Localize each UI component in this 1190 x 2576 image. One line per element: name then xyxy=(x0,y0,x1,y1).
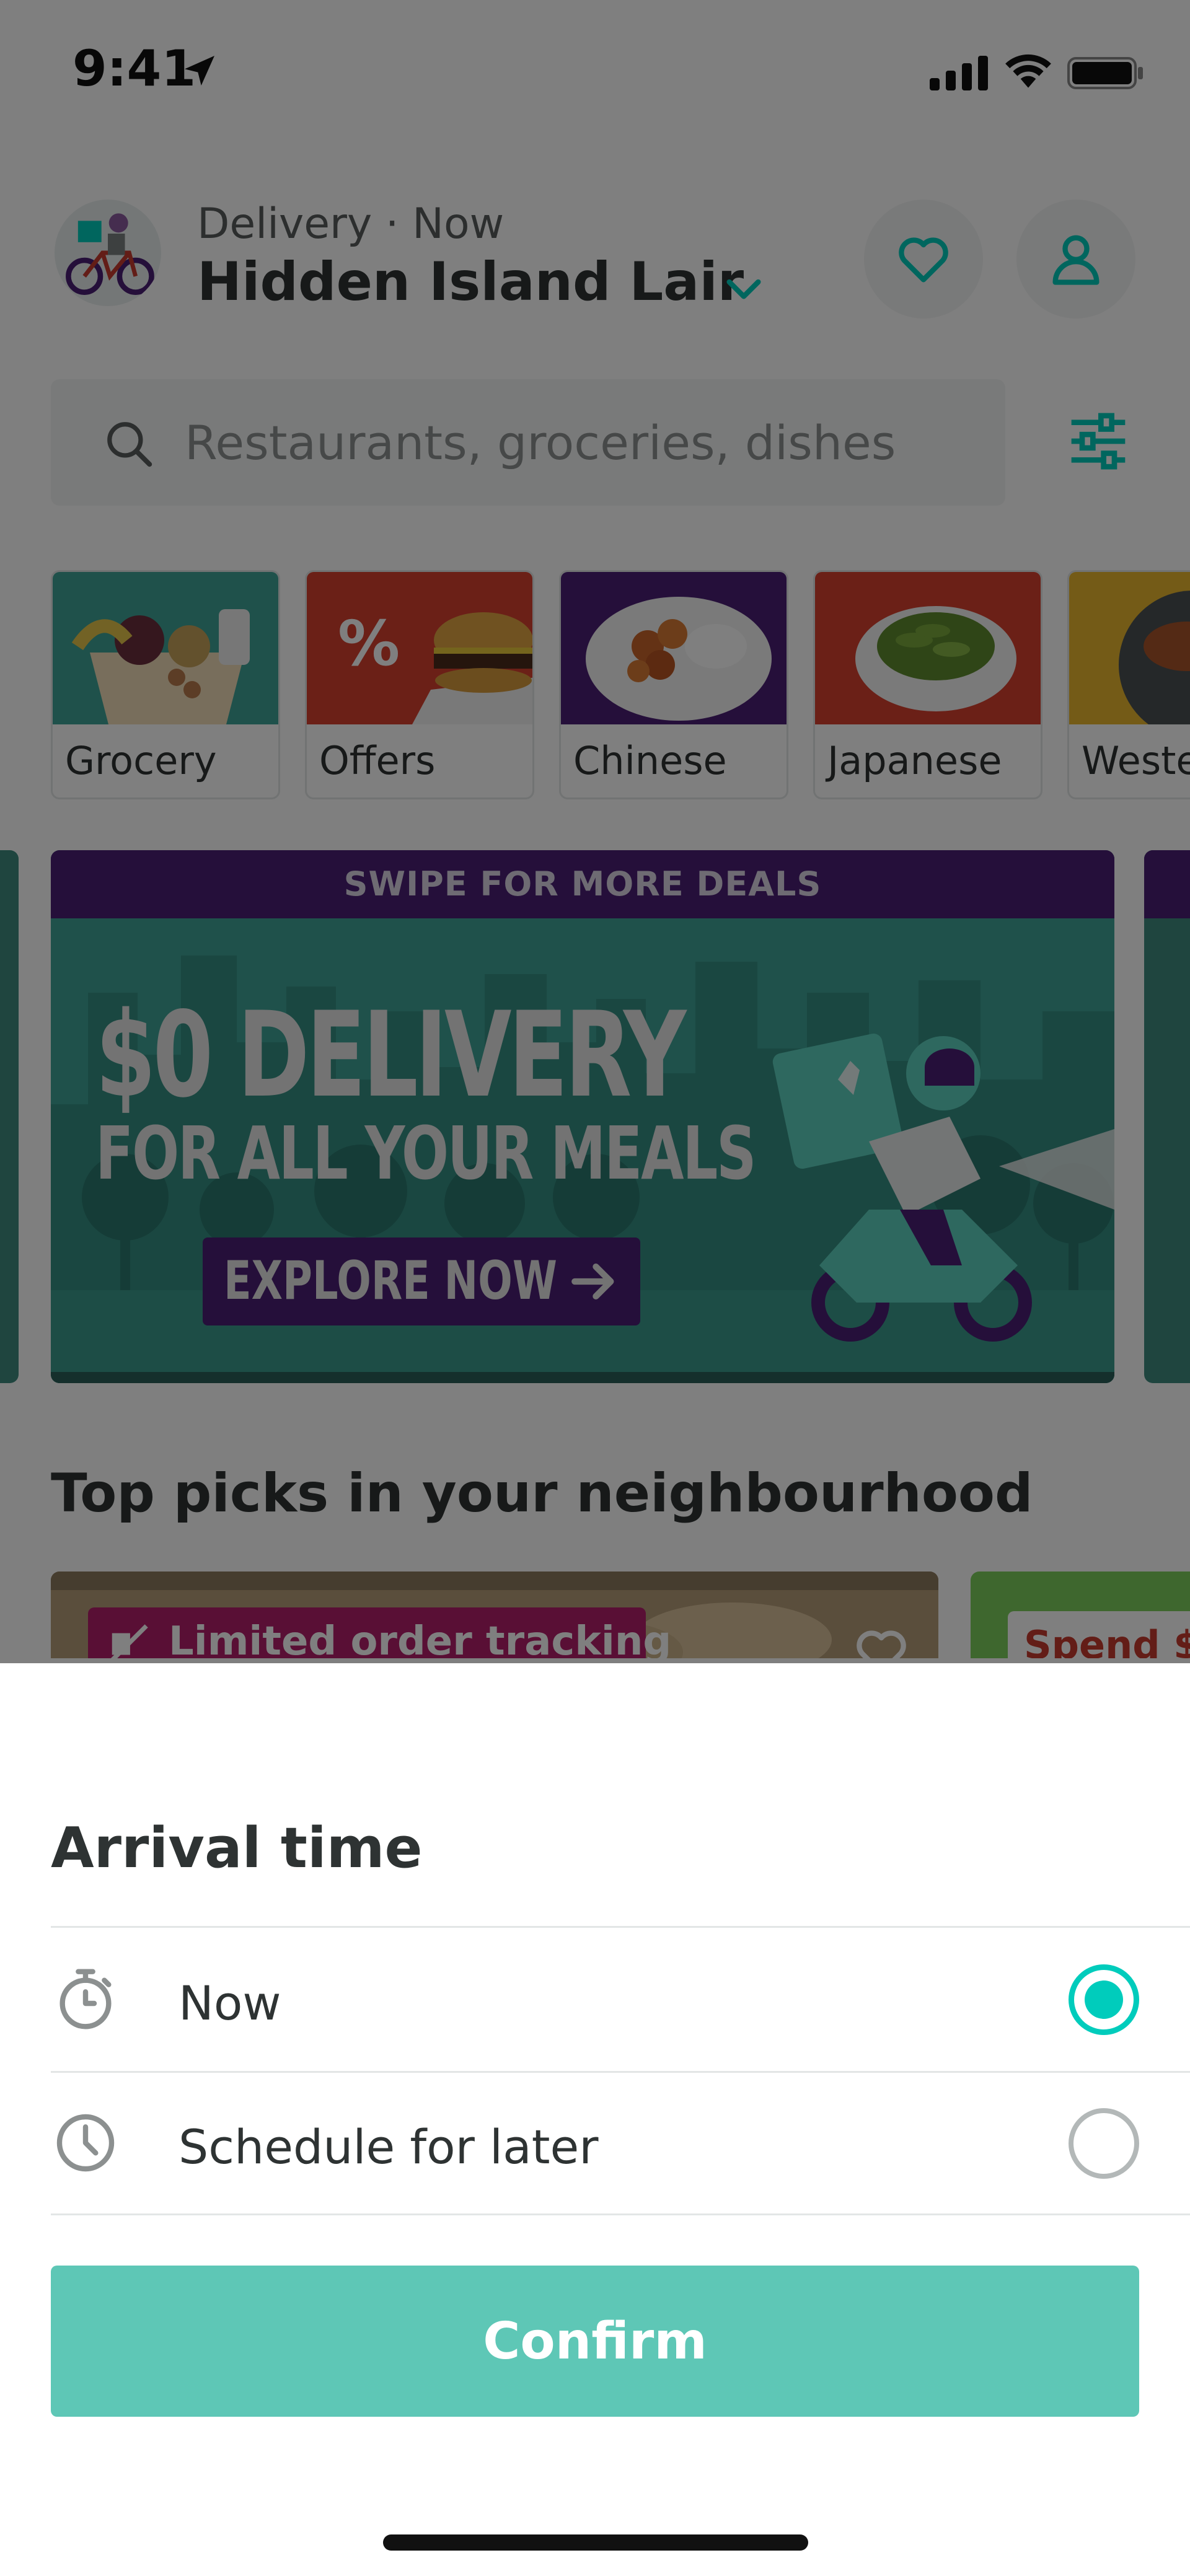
arrival-time-sheet: Arrival time Now Schedule for later Conf… xyxy=(0,1663,1190,2576)
home-indicator[interactable] xyxy=(383,2534,808,2551)
app-screen: 9:41 xyxy=(0,0,1190,2576)
confirm-label: Confirm xyxy=(483,2311,707,2371)
sheet-title: Arrival time xyxy=(51,1816,423,1881)
clock-icon xyxy=(56,2114,115,2172)
option-now[interactable]: Now xyxy=(51,1928,1190,2071)
confirm-button[interactable]: Confirm xyxy=(51,2266,1139,2417)
option-label: Schedule for later xyxy=(178,2119,599,2174)
divider xyxy=(51,1926,1190,1928)
radio-schedule-later[interactable] xyxy=(1069,2108,1139,2179)
option-label: Now xyxy=(178,1976,281,2031)
stopwatch-icon xyxy=(60,1969,112,2029)
option-schedule-later[interactable]: Schedule for later xyxy=(51,2072,1190,2215)
divider xyxy=(51,2213,1190,2215)
modal-backdrop[interactable] xyxy=(0,0,1190,1663)
radio-now-selected[interactable] xyxy=(1069,1964,1139,2035)
